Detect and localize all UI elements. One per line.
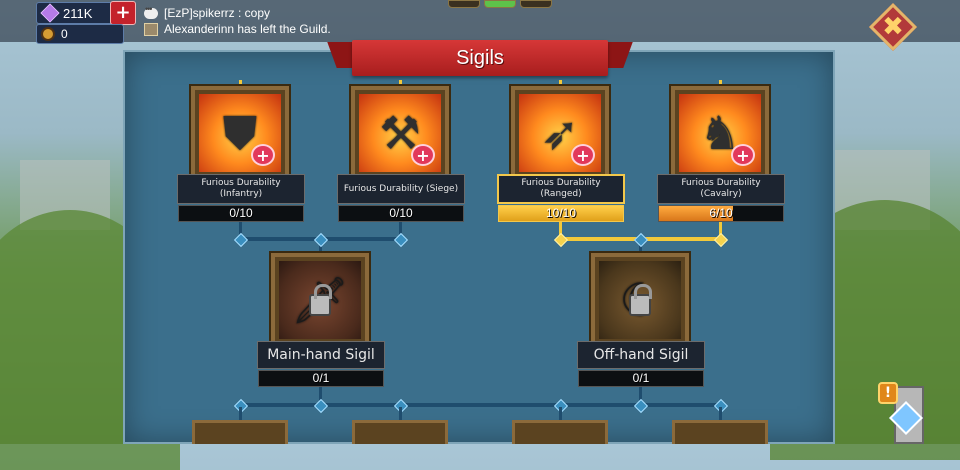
heart-plus-icon: + bbox=[251, 144, 275, 166]
page-dot[interactable] bbox=[520, 0, 552, 8]
heart-plus-icon: + bbox=[571, 144, 595, 166]
sigil-frame: ⚒ + bbox=[351, 86, 449, 180]
sigil-progress: 0/1 bbox=[312, 371, 330, 385]
gem-value: 211K bbox=[63, 5, 93, 21]
sigil-progress-bar: 0/1 bbox=[578, 370, 704, 387]
sigil-name: Furious Durability (Infantry) bbox=[177, 174, 305, 204]
sigil-progress-bar: 0/1 bbox=[258, 370, 384, 387]
chat-text-2: Alexanderinn has left the Guild. bbox=[164, 22, 331, 36]
sigil-name: Off-hand Sigil bbox=[577, 341, 705, 369]
sigil-art: 🗡 bbox=[279, 261, 361, 339]
sigil-frame: ➶ + bbox=[511, 86, 609, 180]
page-title: Sigils bbox=[352, 40, 608, 76]
sigil-art: ⚒ + bbox=[359, 94, 441, 172]
gem-counter[interactable]: 211K bbox=[36, 2, 118, 24]
sigil-name: Furious Durability (Cavalry) bbox=[657, 174, 785, 204]
sigil-progress-bar: 6/10 bbox=[658, 205, 784, 222]
top-bar: 211K + 0 [EzP]spikerrz : copy Alexanderi… bbox=[0, 0, 960, 44]
buy-gems-button[interactable]: + bbox=[110, 1, 136, 25]
heart-plus-icon: + bbox=[731, 144, 755, 166]
sigil-name: Main-hand Sigil bbox=[257, 341, 385, 369]
sigil-frame-partial[interactable] bbox=[352, 420, 448, 444]
sigil-frame-partial[interactable] bbox=[192, 420, 288, 444]
sigil-progress: 0/10 bbox=[389, 206, 413, 220]
page-dot[interactable] bbox=[448, 0, 480, 8]
sigil-progress-bar: 0/10 bbox=[338, 205, 464, 222]
guild-icon bbox=[144, 22, 158, 36]
speech-bubble-icon bbox=[144, 4, 158, 19]
sigil-frame: ♞ + bbox=[671, 86, 769, 180]
sigil-frame: ⛊ + bbox=[191, 86, 289, 180]
close-button[interactable]: ✖ bbox=[868, 2, 918, 52]
sigil-progress: 0/1 bbox=[632, 371, 650, 385]
sigil-frame: 🗡 bbox=[271, 253, 369, 347]
connector bbox=[719, 407, 722, 421]
sigil-art: ☾ bbox=[599, 261, 681, 339]
resource-counter[interactable]: 0 bbox=[36, 24, 124, 44]
resource-value: 0 bbox=[61, 27, 68, 41]
chat-line-2[interactable]: Alexanderinn has left the Guild. bbox=[144, 22, 331, 36]
sigil-frame-partial[interactable] bbox=[512, 420, 608, 444]
connector bbox=[239, 407, 242, 421]
connector bbox=[239, 403, 722, 407]
sigil-name: Furious Durability (Siege) bbox=[337, 174, 465, 204]
sigil-progress: 10/10 bbox=[545, 206, 577, 220]
tower-quest-button[interactable]: ! bbox=[878, 372, 934, 444]
heart-plus-icon: + bbox=[411, 144, 435, 166]
connector bbox=[559, 407, 562, 421]
connector bbox=[399, 407, 402, 421]
sigil-art: ➶ + bbox=[519, 94, 601, 172]
resource-icon bbox=[41, 27, 55, 41]
sigil-frame-partial[interactable] bbox=[672, 420, 768, 444]
sigil-art: ♞ + bbox=[679, 94, 761, 172]
page-dot-active[interactable] bbox=[484, 0, 516, 8]
lock-icon bbox=[309, 284, 332, 316]
chat-line-1[interactable]: [EzP]spikerrz : copy bbox=[144, 4, 271, 20]
sigil-frame: ☾ bbox=[591, 253, 689, 347]
title-banner: Sigils bbox=[327, 40, 633, 78]
sigil-progress-bar: 0/10 bbox=[178, 205, 304, 222]
chat-text-1: [EzP]spikerrz : copy bbox=[164, 6, 271, 20]
gem-icon bbox=[40, 3, 60, 23]
close-icon: ✖ bbox=[882, 12, 904, 42]
sigil-progress: 6/10 bbox=[709, 206, 733, 220]
sigil-progress: 0/10 bbox=[229, 206, 253, 220]
sigil-name: Furious Durability (Ranged) bbox=[497, 174, 625, 204]
alert-icon: ! bbox=[878, 382, 898, 404]
page-indicator bbox=[448, 0, 552, 8]
lock-icon bbox=[629, 284, 652, 316]
sigil-progress-bar: 10/10 bbox=[498, 205, 624, 222]
sigil-art: ⛊ + bbox=[199, 94, 281, 172]
